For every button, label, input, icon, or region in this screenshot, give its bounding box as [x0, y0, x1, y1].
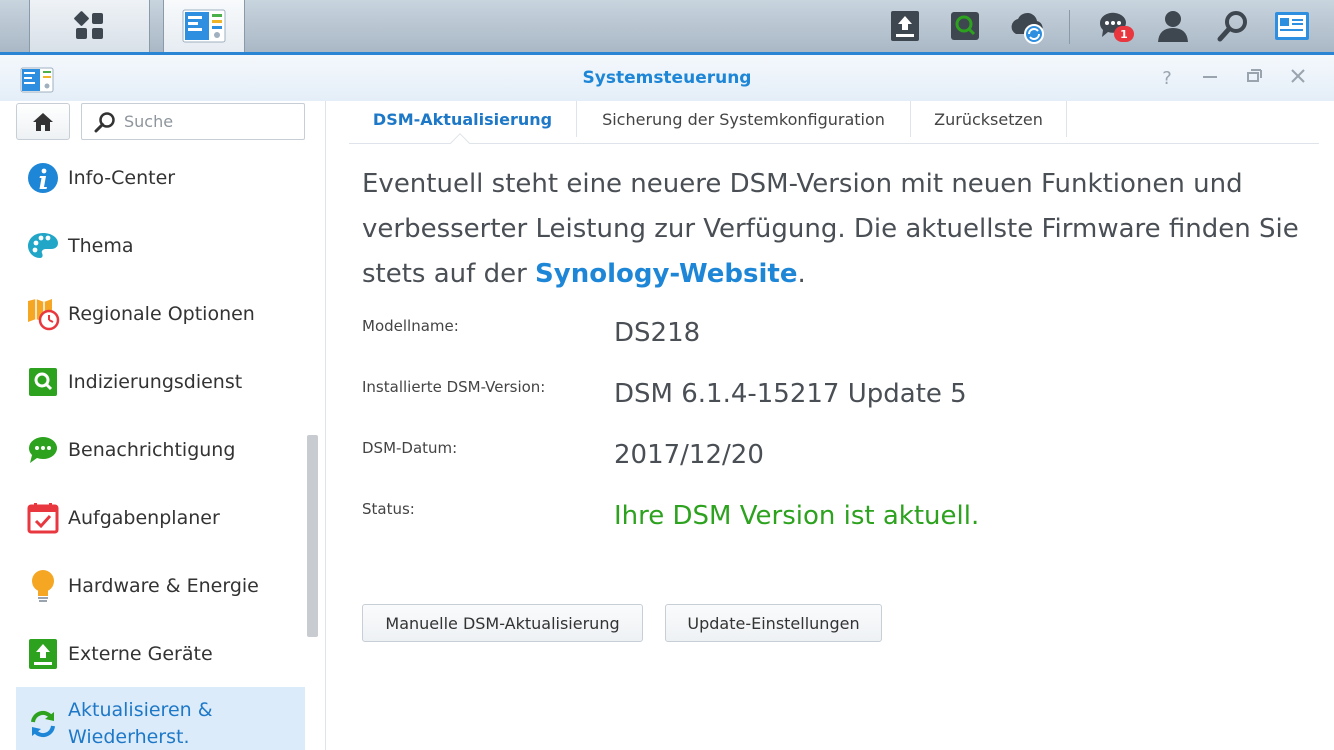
- sidebar-scrollbar[interactable]: [307, 435, 318, 637]
- synology-website-link[interactable]: Synology-Website: [535, 259, 797, 289]
- refresh-icon: [26, 707, 60, 741]
- control-panel-icon: [182, 9, 226, 43]
- search-input[interactable]: [124, 112, 294, 131]
- tab-config-backup[interactable]: Sicherung der Systemkonfiguration: [577, 101, 911, 137]
- taskbar: 1: [0, 0, 1334, 55]
- tab-reset[interactable]: Zurücksetzen: [911, 101, 1067, 137]
- intro-text-body: Eventuell steht eine neuere DSM-Version …: [362, 169, 1299, 289]
- sidebar-item-label: Aufgabenplaner: [68, 506, 220, 529]
- magnifier-icon: [94, 111, 115, 132]
- widgets-icon[interactable]: [1274, 8, 1310, 44]
- manual-dsm-update-button[interactable]: Manuelle DSM-Aktualisierung: [362, 604, 643, 642]
- model-name-value: DS218: [614, 318, 701, 348]
- sidebar-item-hardware-energy[interactable]: Hardware & Energie: [16, 556, 305, 616]
- window-title: Systemsteuerung: [582, 68, 752, 88]
- map-clock-icon: [26, 297, 60, 331]
- sidebar-item-notification[interactable]: Benachrichtigung: [16, 420, 305, 480]
- installed-version-value: DSM 6.1.4-15217 Update 5: [614, 379, 967, 409]
- sidebar-item-task-scheduler[interactable]: Aufgabenplaner: [16, 488, 305, 548]
- home-button[interactable]: [16, 103, 70, 140]
- help-icon[interactable]: ?: [1155, 67, 1179, 91]
- info-icon: [26, 161, 60, 195]
- sidebar-item-info-center[interactable]: Info-Center: [16, 148, 305, 208]
- tab-bar: DSM-Aktualisierung Sicherung der Systemk…: [349, 101, 1319, 144]
- palette-icon: [26, 229, 60, 263]
- sidebar-item-label: Wiederherst.: [68, 726, 190, 748]
- sidebar-item-label: Benachrichtigung: [68, 438, 236, 461]
- search-icon[interactable]: [1215, 8, 1251, 44]
- main-menu-button[interactable]: [29, 0, 150, 52]
- sidebar-item-label: Regionale Optionen: [68, 302, 255, 325]
- sidebar-item-label: Aktualisieren &: [68, 699, 213, 721]
- dsm-date-value: 2017/12/20: [614, 440, 764, 470]
- indexing-icon: [26, 365, 60, 399]
- intro-text: Eventuell steht eine neuere DSM-Version …: [362, 162, 1312, 297]
- search-app-icon[interactable]: [947, 8, 983, 44]
- chat-icon: [26, 433, 60, 467]
- installed-version-label: Installierte DSM-Version:: [362, 378, 546, 396]
- sidebar-item-external-devices[interactable]: Externe Geräte: [16, 624, 305, 684]
- close-icon[interactable]: [1286, 67, 1310, 91]
- upload-icon[interactable]: [887, 8, 923, 44]
- maximize-icon[interactable]: [1242, 67, 1266, 91]
- sidebar-item-label: Thema: [68, 234, 134, 257]
- external-device-icon: [26, 637, 60, 671]
- home-icon: [33, 112, 53, 131]
- sidebar-item-indexing-service[interactable]: Indizierungsdienst: [16, 352, 305, 412]
- sidebar-item-theme[interactable]: Thema: [16, 216, 305, 276]
- cloud-sync-icon[interactable]: [1008, 8, 1048, 44]
- sidebar-item-label: Info-Center: [68, 166, 176, 189]
- tab-dsm-update[interactable]: DSM-Aktualisierung: [349, 101, 577, 137]
- window-titlebar: Systemsteuerung ?: [0, 55, 1334, 101]
- sidebar-item-update-restore[interactable]: Aktualisieren & Wiederherst.: [16, 687, 305, 750]
- calendar-check-icon: [26, 501, 60, 535]
- grid-icon: [73, 11, 103, 39]
- dsm-date-label: DSM-Datum:: [362, 439, 458, 457]
- sidebar-item-label: Externe Geräte: [68, 642, 213, 665]
- sidebar-item-label: Indizierungsdienst: [68, 370, 243, 393]
- update-settings-button[interactable]: Update-Einstellungen: [665, 604, 882, 642]
- sidebar-item-regional-options[interactable]: Regionale Optionen: [16, 284, 305, 344]
- taskbar-app-control-panel[interactable]: [163, 0, 245, 52]
- lightbulb-icon: [26, 569, 60, 603]
- minimize-icon[interactable]: [1198, 67, 1222, 91]
- intro-text-end: .: [797, 259, 806, 289]
- sidebar-item-label: Hardware & Energie: [68, 574, 259, 597]
- model-name-label: Modellname:: [362, 317, 459, 335]
- status-value: Ihre DSM Version ist aktuell.: [614, 501, 980, 531]
- taskbar-separator: [1069, 10, 1070, 44]
- sidebar-item-label-group: Aktualisieren & Wiederherst.: [68, 697, 213, 750]
- status-label: Status:: [362, 500, 415, 518]
- search-field[interactable]: [81, 103, 305, 140]
- notification-badge: 1: [1114, 26, 1134, 42]
- notifications-button[interactable]: 1: [1096, 8, 1134, 44]
- user-icon[interactable]: [1155, 8, 1191, 44]
